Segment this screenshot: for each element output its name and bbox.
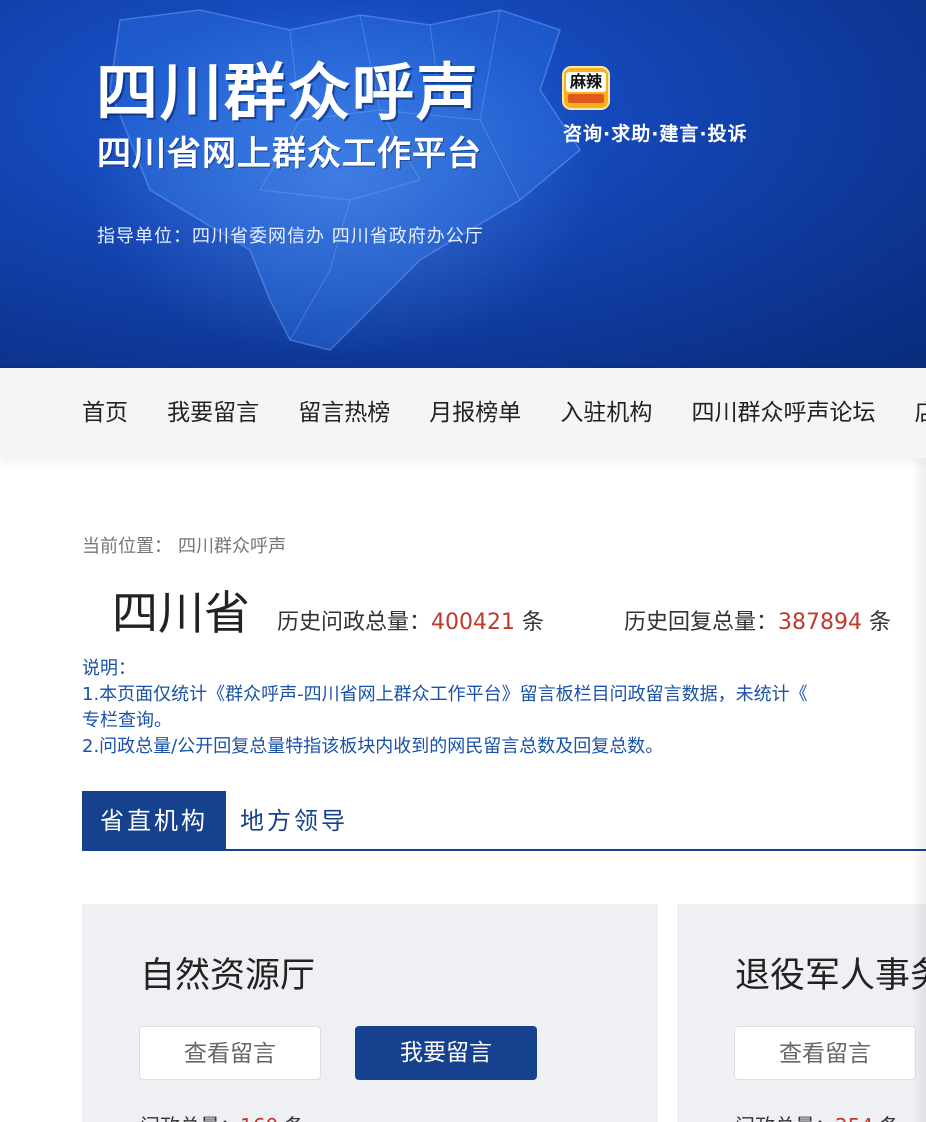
guide-unit: 指导单位：四川省委网信办 四川省政府办公厅 xyxy=(97,226,484,247)
nav-item-forum[interactable]: 四川群众呼声论坛 xyxy=(691,368,875,458)
notes: 说明： 1.本页面仅统计《群众呼声-四川省网上群众工作平台》留言板栏目问政留言数… xyxy=(82,656,808,760)
header-banner: 四川群众呼声 四川省网上群众工作平台 麻辣 咨询·求助·建言·投诉 指导单位：四… xyxy=(0,0,926,368)
tab-local-leaders[interactable]: 地方领导 xyxy=(240,791,348,851)
total-replies-unit: 条 xyxy=(869,610,892,635)
nav-item-hot[interactable]: 留言热榜 xyxy=(298,368,390,458)
nav-item-home[interactable]: 首页 xyxy=(82,368,128,458)
notes-heading: 说明： xyxy=(82,658,136,679)
total-replies-label: 历史回复总量： xyxy=(624,610,779,635)
count-label: 问政总量： xyxy=(735,1114,835,1122)
department-name: 退役军人事务 xyxy=(735,956,926,996)
total-questions-unit: 条 xyxy=(522,610,545,635)
count-value: 160 xyxy=(240,1114,278,1122)
department-name: 自然资源厅 xyxy=(140,956,316,996)
mala-logo-icon: 麻辣 xyxy=(562,66,610,110)
nav-item-monthly[interactable]: 月报榜单 xyxy=(429,368,521,458)
view-messages-button[interactable]: 查看留言 xyxy=(734,1026,916,1080)
notes-line-1-cont: 专栏查询。 xyxy=(82,710,172,731)
site-title: 四川群众呼声 xyxy=(96,56,481,129)
main-nav: 首页 我要留言 留言热榜 月报榜单 入驻机构 四川群众呼声论坛 店 xyxy=(0,368,926,458)
breadcrumb-label: 当前位置： xyxy=(82,536,172,557)
total-replies-stat: 历史回复总量：387894 条 xyxy=(624,606,891,640)
department-count: 问政总量：160 条 xyxy=(140,1110,305,1122)
site-subtitle: 四川省网上群众工作平台 xyxy=(97,134,482,174)
notes-line-1: 1.本页面仅统计《群众呼声-四川省网上群众工作平台》留言板栏目问政留言数据，未统… xyxy=(82,684,808,705)
notes-line-2: 2.问政总量/公开回复总量特指该板块内收到的网民留言总数及回复总数。 xyxy=(82,736,664,757)
total-questions-label: 历史问政总量： xyxy=(277,610,432,635)
total-questions-value: 400421 xyxy=(431,610,515,635)
nav-item-institutions[interactable]: 入驻机构 xyxy=(560,368,652,458)
total-questions-stat: 历史问政总量：400421 条 xyxy=(277,606,544,640)
department-card: 退役军人事务 查看留言 问政总量：254 条 xyxy=(677,904,926,1122)
post-message-button[interactable]: 我要留言 xyxy=(355,1026,537,1080)
department-count: 问政总量：254 条 xyxy=(735,1110,900,1122)
banner-glow xyxy=(80,0,600,360)
tab-provincial-departments[interactable]: 省直机构 xyxy=(82,791,226,851)
view-messages-button[interactable]: 查看留言 xyxy=(139,1026,321,1080)
count-unit: 条 xyxy=(285,1114,305,1122)
site-slogan: 咨询·求助·建言·投诉 xyxy=(563,123,748,145)
province-name: 四川省 xyxy=(112,586,250,640)
category-tabs: 省直机构 地方领导 xyxy=(82,791,926,851)
count-label: 问政总量： xyxy=(140,1114,240,1122)
nav-item-post[interactable]: 我要留言 xyxy=(167,368,259,458)
mala-logo-text: 麻辣 xyxy=(566,72,606,92)
count-value: 254 xyxy=(835,1114,873,1122)
breadcrumb: 当前位置： 四川群众呼声 xyxy=(82,532,286,558)
page-edge-shadow xyxy=(912,458,926,1122)
breadcrumb-current[interactable]: 四川群众呼声 xyxy=(178,536,286,557)
nav-item-overflow[interactable]: 店 xyxy=(915,368,926,458)
count-unit: 条 xyxy=(880,1114,900,1122)
mala-logo-bar xyxy=(568,94,604,103)
page: 四川群众呼声 四川省网上群众工作平台 麻辣 咨询·求助·建言·投诉 指导单位：四… xyxy=(0,0,926,1122)
department-card: 自然资源厅 查看留言 我要留言 问政总量：160 条 xyxy=(82,904,658,1122)
total-replies-value: 387894 xyxy=(778,610,862,635)
